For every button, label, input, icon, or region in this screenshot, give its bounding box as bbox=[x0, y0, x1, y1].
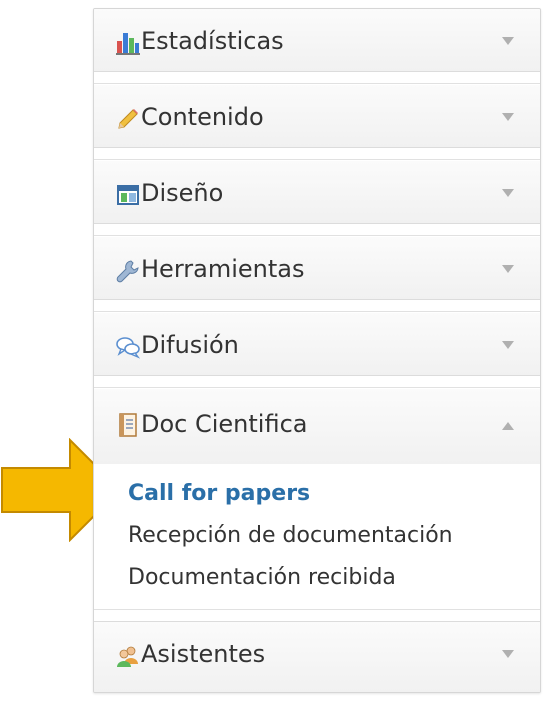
menu-section-label: Diseño bbox=[141, 179, 224, 207]
chevron-up-icon bbox=[502, 422, 514, 430]
chevron-down-icon bbox=[502, 189, 514, 197]
screenshot-stage: Estadísticas Contenido Diseño Herramient… bbox=[0, 0, 560, 723]
menu-section-estadisticas[interactable]: Estadísticas bbox=[94, 9, 540, 72]
section-divider bbox=[94, 609, 540, 622]
section-divider bbox=[94, 300, 540, 312]
pencil-icon bbox=[116, 107, 140, 131]
menu-section-diseno[interactable]: Diseño bbox=[94, 161, 540, 224]
doc-cientifica-submenu: Call for papers Recepción de documentaci… bbox=[94, 464, 540, 622]
section-divider bbox=[94, 148, 540, 160]
layout-icon bbox=[116, 183, 140, 207]
sidebar-menu: Estadísticas Contenido Diseño Herramient… bbox=[93, 8, 541, 693]
chevron-down-icon bbox=[502, 341, 514, 349]
menu-section-difusion[interactable]: Difusión bbox=[94, 313, 540, 376]
chevron-down-icon bbox=[502, 37, 514, 45]
speech-bubbles-icon bbox=[116, 335, 140, 359]
submenu-item-documentacion-recibida[interactable]: Documentación recibida bbox=[128, 564, 396, 592]
menu-section-label: Doc Cientifica bbox=[141, 410, 308, 438]
wrench-icon bbox=[116, 259, 140, 283]
menu-section-asistentes[interactable]: Asistentes bbox=[94, 622, 540, 692]
chevron-down-icon bbox=[502, 113, 514, 121]
menu-section-herramientas[interactable]: Herramientas bbox=[94, 237, 540, 300]
bar-chart-icon bbox=[116, 31, 140, 55]
chevron-down-icon bbox=[502, 650, 514, 658]
section-divider bbox=[94, 376, 540, 388]
menu-section-label: Difusión bbox=[141, 331, 239, 359]
section-divider bbox=[94, 72, 540, 84]
submenu-item-call-for-papers[interactable]: Call for papers bbox=[128, 480, 310, 508]
submenu-item-recepcion-documentacion[interactable]: Recepción de documentación bbox=[128, 522, 453, 550]
users-icon bbox=[116, 644, 140, 668]
menu-section-label: Herramientas bbox=[141, 255, 305, 283]
document-icon bbox=[116, 413, 140, 437]
menu-section-label: Asistentes bbox=[141, 640, 266, 668]
chevron-down-icon bbox=[502, 265, 514, 273]
section-divider bbox=[94, 224, 540, 236]
menu-section-contenido[interactable]: Contenido bbox=[94, 85, 540, 148]
menu-section-label: Contenido bbox=[141, 103, 264, 131]
menu-section-label: Estadísticas bbox=[141, 27, 284, 55]
menu-section-doc-cientifica[interactable]: Doc Cientifica bbox=[94, 389, 540, 464]
